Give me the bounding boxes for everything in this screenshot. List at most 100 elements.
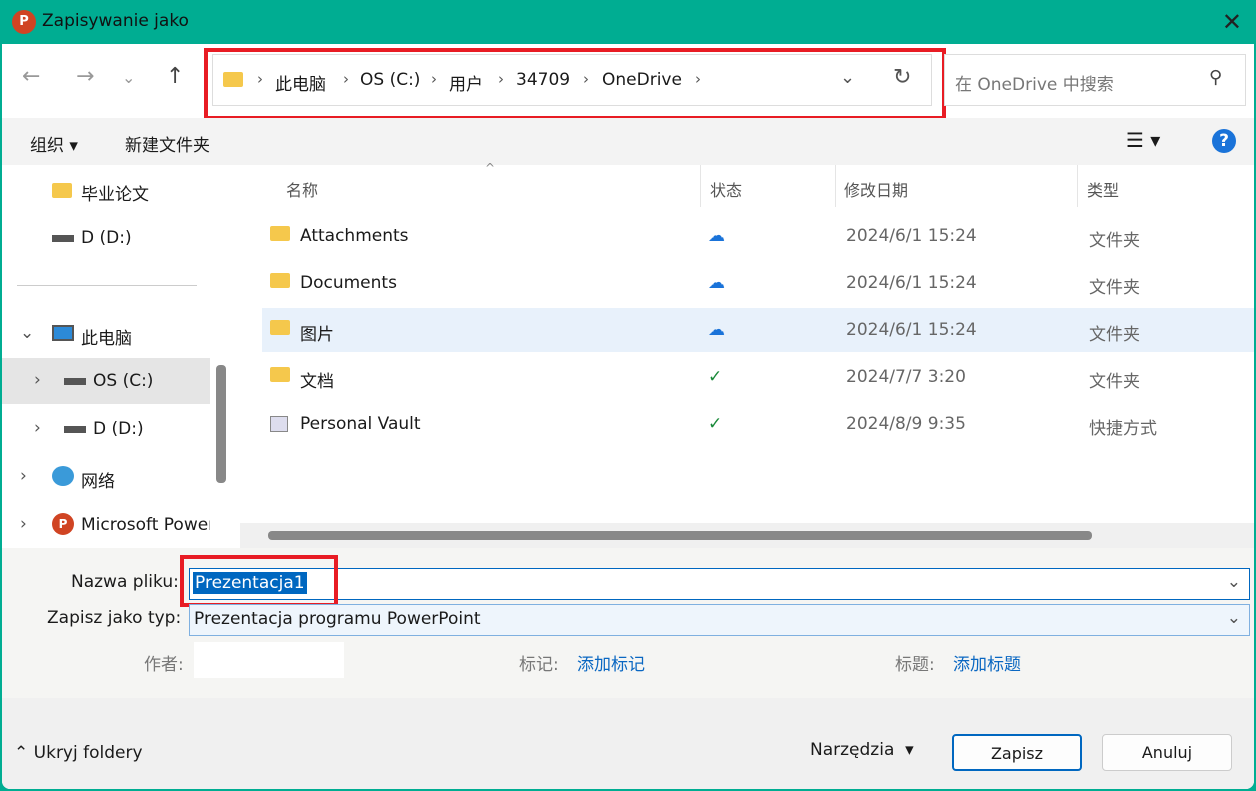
nav-label: D (D:): [93, 419, 144, 439]
window-title: Zapisywanie jako: [42, 11, 189, 31]
view-options-icon[interactable]: ☰ ▾: [1126, 128, 1160, 152]
title-bar: P Zapisywanie jako ✕: [0, 0, 1256, 44]
powerpoint-icon: P: [12, 10, 36, 34]
expand-chevron-icon[interactable]: ›: [20, 466, 27, 486]
search-placeholder: 在 OneDrive 中搜索: [955, 75, 1114, 95]
add-tags-link[interactable]: 添加标记: [577, 650, 645, 675]
nav-label: 此电脑: [81, 329, 132, 349]
forward-button[interactable]: →: [76, 64, 94, 89]
recent-dropdown-button[interactable]: ⌄: [122, 68, 135, 87]
file-type: 文件夹: [1089, 278, 1140, 298]
nav-item[interactable]: › D (D:): [2, 406, 210, 452]
expand-chevron-icon[interactable]: ›: [34, 418, 41, 438]
horizontal-scrollbar-thumb[interactable]: [268, 531, 1092, 540]
nav-item[interactable]: ⌄ 此电脑: [2, 311, 210, 357]
back-button[interactable]: ←: [22, 64, 40, 89]
nav-label: 网络: [81, 472, 115, 492]
file-row[interactable]: Attachments ☁ 2024/6/1 15:24 文件夹: [262, 214, 1254, 258]
folder-icon: [270, 320, 290, 335]
nav-item[interactable]: › P Microsoft PowerPoint: [2, 502, 210, 548]
file-name: 文档: [300, 372, 334, 392]
nav-item[interactable]: 毕业论文: [2, 167, 210, 213]
folder-icon: [52, 183, 72, 198]
cancel-button[interactable]: Anuluj: [1102, 734, 1232, 771]
tools-button[interactable]: Narzędzia ▾: [810, 740, 914, 760]
file-date: 2024/8/9 9:35: [846, 414, 966, 434]
file-name: Documents: [300, 273, 397, 293]
save-form: Nazwa pliku: Prezentacja1 ⌄ Zapisz jako …: [2, 548, 1254, 698]
author-label: 作者:: [144, 655, 184, 675]
folder-icon: [270, 273, 290, 288]
close-button[interactable]: ✕: [1222, 8, 1242, 36]
column-header-modified[interactable]: 修改日期: [844, 177, 908, 201]
expand-chevron-icon[interactable]: ›: [20, 514, 27, 534]
sort-ascending-icon: ^: [485, 161, 496, 175]
up-button[interactable]: ↑: [166, 64, 184, 89]
file-type: 文件夹: [1089, 372, 1140, 392]
tools-label: Narzędzia: [810, 740, 895, 760]
file-type: 文件夹: [1089, 231, 1140, 251]
horizontal-scrollbar-track: [240, 523, 1254, 548]
file-row[interactable]: 文档 ✓ 2024/7/7 3:20 文件夹: [262, 355, 1254, 399]
toolbar: 组织 ▾ 新建文件夹 ☰ ▾ ?: [2, 118, 1254, 165]
title-label: 标题:: [895, 655, 935, 675]
nav-item[interactable]: › 网络: [2, 454, 210, 500]
chevron-down-icon[interactable]: ⌄: [1227, 572, 1241, 592]
expand-chevron-icon[interactable]: ⌄: [20, 323, 34, 343]
drive-icon: [52, 235, 74, 242]
nav-item[interactable]: D (D:): [2, 215, 210, 261]
file-date: 2024/6/1 15:24: [846, 226, 977, 246]
nav-label: OS (C:): [93, 371, 154, 391]
column-header-name[interactable]: 名称: [286, 177, 318, 201]
nav-scrollbar[interactable]: [216, 365, 226, 483]
computer-icon: [52, 325, 74, 341]
column-header-status[interactable]: 状态: [710, 177, 742, 201]
file-name: Personal Vault: [300, 414, 421, 434]
author-input[interactable]: [194, 642, 344, 678]
file-date: 2024/7/7 3:20: [846, 367, 966, 387]
search-input[interactable]: 在 OneDrive 中搜索 ⚲: [944, 54, 1246, 106]
hide-folders-label: Ukryj foldery: [33, 743, 143, 763]
nav-item-selected[interactable]: › OS (C:): [2, 358, 210, 404]
tags-label: 标记:: [519, 655, 559, 675]
shortcut-icon: [270, 416, 288, 432]
file-type: 快捷方式: [1089, 419, 1157, 439]
chevron-up-icon: ⌃: [14, 743, 29, 763]
folder-icon: [270, 367, 290, 382]
file-list: ^ 名称 状态 修改日期 类型 Attachments ☁ 2024/6/1 15:…: [240, 161, 1254, 548]
file-date: 2024/6/1 15:24: [846, 320, 977, 340]
hide-folders-button[interactable]: ⌃ Ukryj foldery: [14, 743, 143, 763]
save-button[interactable]: Zapisz: [952, 734, 1082, 771]
filename-input[interactable]: Prezentacja1 ⌄: [189, 568, 1250, 600]
expand-chevron-icon[interactable]: ›: [34, 370, 41, 390]
nav-label: Microsoft PowerPoint: [81, 515, 210, 535]
organize-label: 组织: [30, 136, 64, 156]
cloud-icon: ☁: [708, 320, 725, 340]
column-header-type[interactable]: 类型: [1087, 177, 1119, 201]
folder-icon: [270, 226, 290, 241]
dialog-footer: ⌃ Ukryj foldery Narzędzia ▾ Zapisz Anulu…: [2, 698, 1254, 789]
synced-check-icon: ✓: [708, 414, 723, 434]
network-icon: [52, 466, 74, 486]
add-title-link[interactable]: 添加标题: [953, 650, 1021, 675]
file-name: Attachments: [300, 226, 409, 246]
file-row[interactable]: Personal Vault ✓ 2024/8/9 9:35 快捷方式: [262, 402, 1254, 446]
powerpoint-icon: P: [52, 513, 74, 535]
drive-icon: [64, 378, 86, 385]
drive-icon: [64, 426, 86, 433]
cloud-icon: ☁: [708, 273, 725, 293]
nav-label: 毕业论文: [81, 185, 149, 205]
file-row-hovered[interactable]: 图片 ☁ 2024/6/1 15:24 文件夹: [262, 308, 1254, 352]
organize-button[interactable]: 组织 ▾: [30, 131, 78, 156]
new-folder-button[interactable]: 新建文件夹: [125, 131, 210, 156]
file-type-select[interactable]: Prezentacja programu PowerPoint ⌄: [189, 604, 1250, 636]
help-icon[interactable]: ?: [1212, 129, 1236, 153]
filename-label: Nazwa pliku:: [71, 572, 179, 592]
chevron-down-icon[interactable]: ⌄: [1227, 608, 1241, 628]
file-name: 图片: [300, 325, 334, 345]
type-label: Zapisz jako typ:: [47, 608, 182, 628]
file-type-value: Prezentacja programu PowerPoint: [194, 609, 481, 629]
search-icon: ⚲: [1209, 67, 1223, 88]
navigation-pane: 毕业论文 D (D:) ⌄ 此电脑 › OS (C:) › D (D:) › 网络 › P…: [2, 165, 237, 548]
file-row[interactable]: Documents ☁ 2024/6/1 15:24 文件夹: [262, 261, 1254, 305]
